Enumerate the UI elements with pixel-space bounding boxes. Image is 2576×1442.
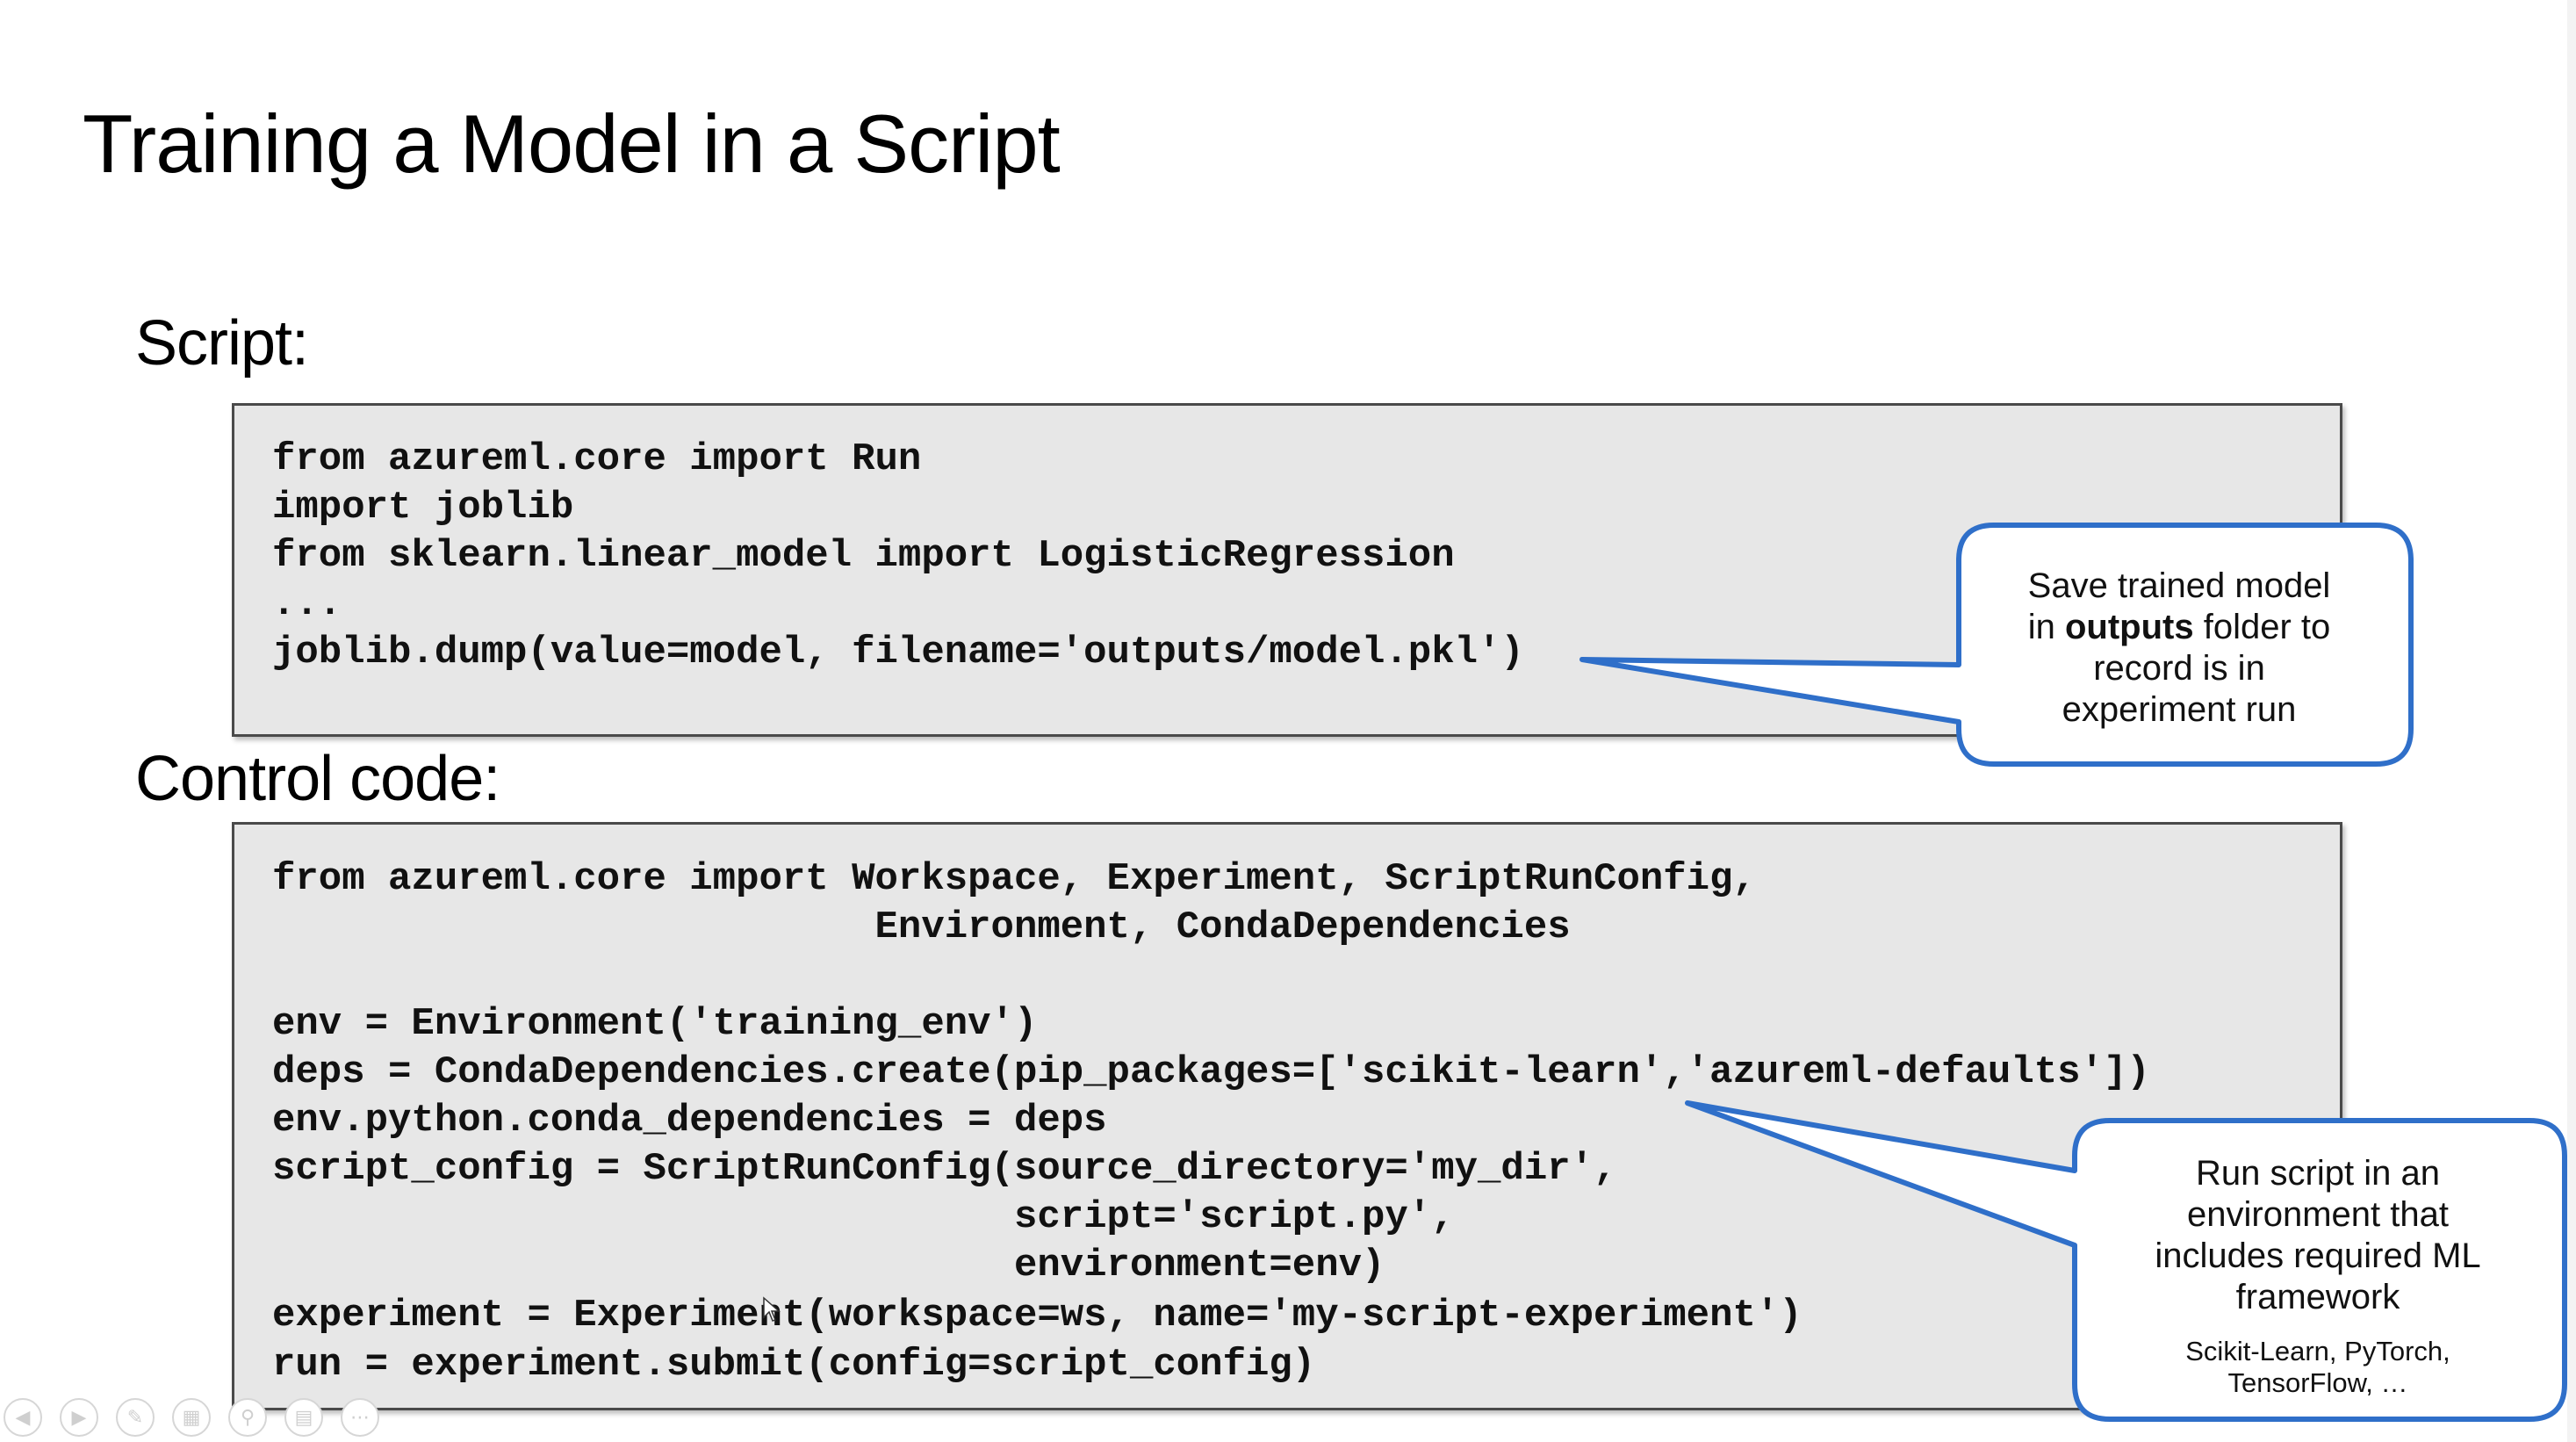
callout-text-segment: folder to (2193, 608, 2331, 646)
code-line: experiment = Experiment(workspace=ws, na… (272, 1294, 1802, 1337)
script-section-label: Script: (135, 308, 309, 379)
callout-line: in outputs folder to (1963, 607, 2395, 648)
callout-line: Scikit-Learn, PyTorch, (2185, 1336, 2450, 1366)
code-line: env = Environment('training_env') (272, 1002, 1038, 1046)
more-icon[interactable]: ⋯ (341, 1398, 379, 1437)
outputs-callout-text: Save trained model in outputs folder to … (1963, 566, 2395, 731)
pen-icon[interactable]: ✎ (116, 1398, 155, 1437)
code-line: run = experiment.submit(config=script_co… (272, 1343, 1316, 1387)
code-line: from sklearn.linear_model import Logisti… (272, 534, 1455, 578)
code-line: import joblib (272, 486, 574, 530)
callout-line: Save trained model (2027, 566, 2331, 605)
outputs-folder-emphasis: outputs (2064, 608, 2194, 646)
callout-main-text: Run script in an environment that includ… (2081, 1153, 2555, 1318)
slides-icon[interactable]: ▦ (172, 1398, 211, 1437)
code-line: from azureml.core import Run (272, 437, 922, 481)
zoom-icon[interactable]: ⚲ (228, 1398, 267, 1437)
callout-line: record is in (2093, 649, 2265, 688)
code-line: environment=env) (272, 1244, 1385, 1287)
callout-text-segment: in (2027, 608, 2065, 646)
slide-title: Training a Model in a Script (83, 97, 1061, 190)
next-icon[interactable]: ▶ (60, 1398, 98, 1437)
mouse-cursor-icon (763, 1296, 781, 1322)
code-line: script='script.py', (272, 1195, 1455, 1239)
code-line: from azureml.core import Workspace, Expe… (272, 857, 1756, 901)
code-line: Environment, CondaDependencies (272, 905, 1571, 949)
environment-callout-text: Run script in an environment that includ… (2081, 1153, 2555, 1399)
code-line: deps = CondaDependencies.create(pip_pack… (272, 1050, 2150, 1094)
presenter-toolbar: ◀ ▶ ✎ ▦ ⚲ ▤ ⋯ (4, 1398, 379, 1437)
control-code-section-label: Control code: (135, 744, 500, 814)
code-line: joblib.dump(value=model, filename='outpu… (272, 631, 1524, 674)
callout-line: framework (2235, 1278, 2400, 1316)
callout-line: includes required ML (2155, 1237, 2481, 1275)
callout-line: Run script in an (2196, 1154, 2440, 1193)
code-line: env.python.conda_dependencies = deps (272, 1099, 1107, 1143)
callout-line: TensorFlow, … (2227, 1367, 2408, 1398)
presentation-slide: Training a Model in a Script Script: fro… (0, 0, 2576, 1442)
framework-examples-note: Scikit-Learn, PyTorch, TensorFlow, … (2081, 1336, 2555, 1399)
code-line: ... (272, 582, 342, 626)
slide-edge (2567, 0, 2576, 1442)
subtitles-icon[interactable]: ▤ (284, 1398, 323, 1437)
callout-line: environment that (2187, 1195, 2449, 1234)
previous-icon[interactable]: ◀ (4, 1398, 42, 1437)
code-line: script_config = ScriptRunConfig(source_d… (272, 1147, 1617, 1191)
callout-line: experiment run (2062, 690, 2297, 729)
